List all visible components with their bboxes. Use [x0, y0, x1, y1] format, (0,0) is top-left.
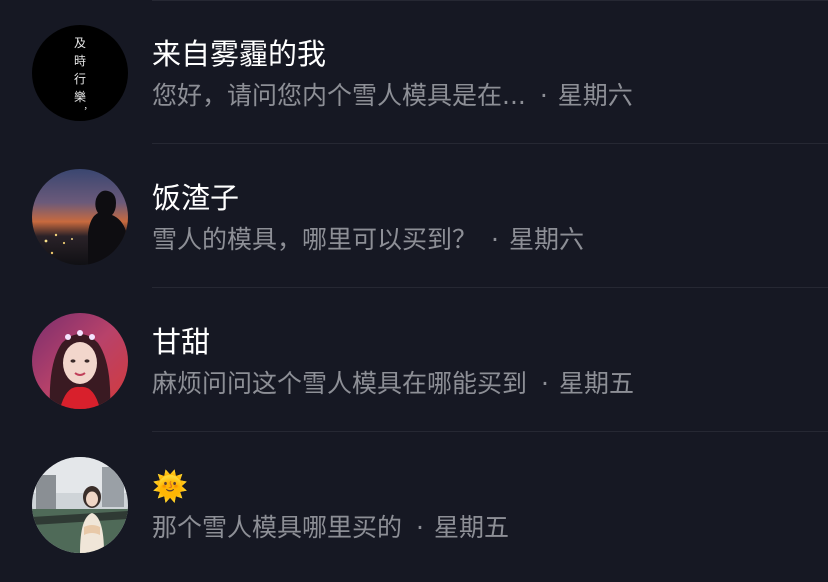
message-time: 星期五 — [433, 513, 509, 542]
conversation-row[interactable]: 🌞 那个雪人模具哪里买的 · 星期五 — [0, 432, 828, 576]
separator-dot: · — [539, 81, 548, 110]
conversation-row[interactable]: 及 時 行 樂 ， 来自雾霾的我 您好，请问您内个雪人模具是在... · 星期六 — [0, 0, 828, 144]
calligraphy-avatar-icon[interactable]: 及 時 行 樂 ， — [32, 25, 128, 121]
conversation-list: 及 時 行 樂 ， 来自雾霾的我 您好，请问您内个雪人模具是在... · 星期六 — [0, 0, 828, 582]
conversation-row[interactable]: 甘甜 麻烦问问这个雪人模具在哪能买到 · 星期五 — [0, 288, 828, 432]
avatar-char: 時 — [74, 54, 86, 68]
sunset-silhouette-avatar-icon[interactable] — [32, 169, 128, 265]
conversation-row[interactable]: 饭渣子 雪人的模具，哪里可以买到？ · 星期六 — [0, 144, 828, 288]
contact-name: 来自雾霾的我 — [152, 37, 327, 71]
avatar-char: 行 — [74, 72, 86, 86]
outdoor-photo-avatar-icon[interactable] — [32, 457, 128, 553]
avatar-char: 及 — [74, 36, 86, 50]
message-preview: 麻烦问问这个雪人模具在哪能买到 — [152, 369, 528, 398]
separator-dot: · — [416, 513, 424, 542]
contact-name: 甘甜 — [152, 325, 211, 359]
portrait-avatar-icon[interactable] — [32, 313, 128, 409]
message-preview: 您好，请问您内个雪人模具是在... — [152, 81, 526, 110]
contact-name: 饭渣子 — [152, 181, 240, 215]
message-preview: 那个雪人模具哪里买的 — [152, 513, 403, 542]
avatar-char: ， — [83, 102, 92, 112]
message-time: 星期五 — [558, 369, 634, 398]
contact-name: 🌞 — [152, 469, 189, 503]
separator-dot: · — [541, 369, 549, 398]
message-time: 星期六 — [557, 81, 633, 110]
message-preview-line: 您好，请问您内个雪人模具是在... · 星期六 — [152, 80, 633, 112]
separator-dot: · — [491, 225, 499, 254]
message-preview-line: 雪人的模具，哪里可以买到？ · 星期六 — [152, 224, 584, 256]
message-time: 星期六 — [508, 225, 584, 254]
message-preview-line: 麻烦问问这个雪人模具在哪能买到 · 星期五 — [152, 368, 634, 400]
message-preview-line: 那个雪人模具哪里买的 · 星期五 — [152, 512, 509, 544]
message-preview: 雪人的模具，哪里可以买到？ — [152, 225, 478, 254]
